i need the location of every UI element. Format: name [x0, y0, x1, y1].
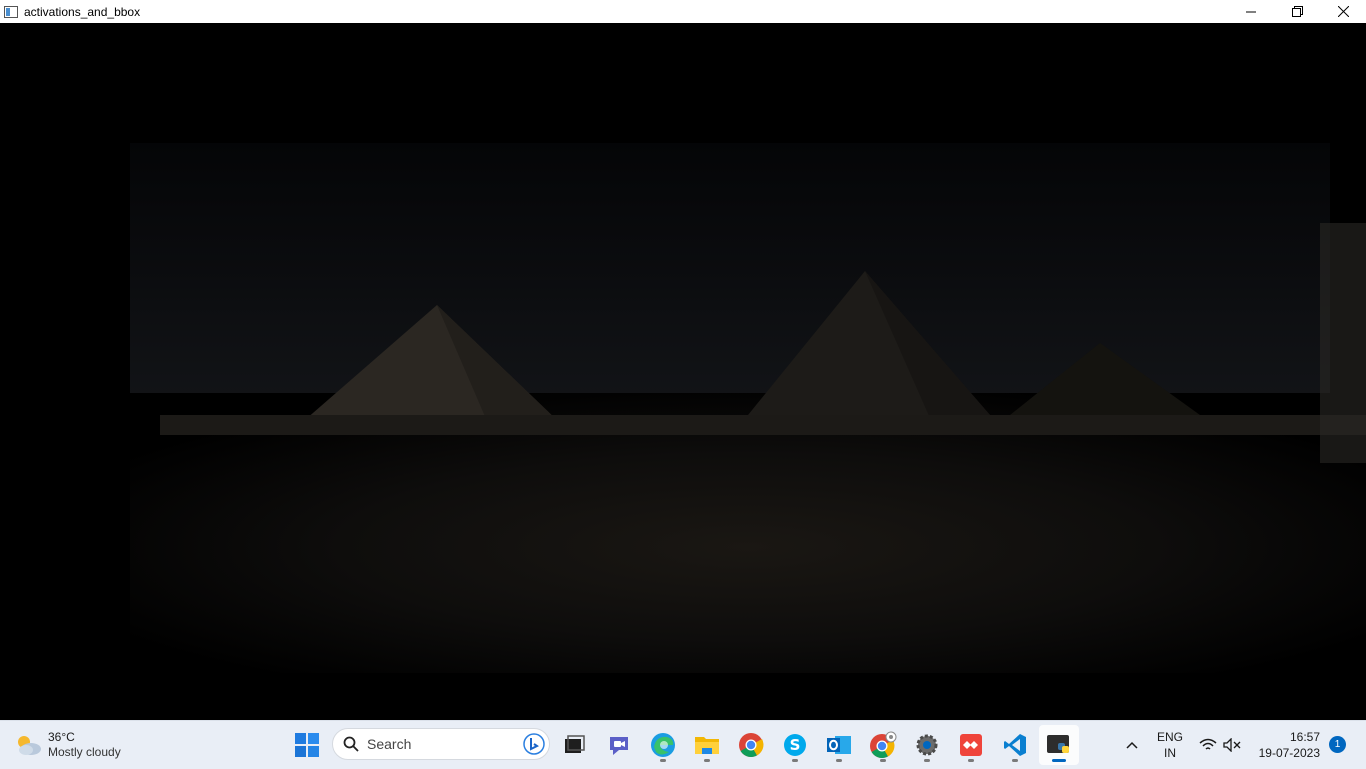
taskbar-file-explorer[interactable]	[687, 725, 727, 765]
notification-badge[interactable]: 1	[1329, 736, 1346, 753]
clock[interactable]: 16:57 19-07-2023	[1250, 721, 1320, 769]
running-indicator	[968, 759, 974, 762]
window-title: activations_and_bbox	[24, 4, 141, 19]
gear-icon	[916, 734, 938, 756]
app-window-icon	[4, 5, 18, 18]
weather-widget[interactable]: 36°C Mostly cloudy	[14, 727, 164, 763]
taskbar-anydesk[interactable]	[951, 725, 991, 765]
search-icon	[343, 736, 359, 752]
app-window: activations_and_bbox	[0, 0, 1366, 720]
taskbar-chrome-profile[interactable]	[863, 725, 903, 765]
python-icon	[1047, 735, 1069, 753]
taskbar: 36°C Mostly cloudy Search S ENG IN 16:57…	[0, 720, 1366, 769]
bing-icon[interactable]	[523, 733, 545, 755]
image-canvas	[0, 23, 1366, 720]
taskbar-skype[interactable]: S	[775, 725, 815, 765]
taskbar-settings[interactable]	[907, 725, 947, 765]
running-indicator	[660, 759, 666, 762]
skype-icon: S	[784, 734, 806, 756]
running-indicator	[704, 759, 710, 762]
windows-start-icon	[295, 733, 319, 757]
show-hidden-icons-button[interactable]	[1120, 721, 1144, 769]
network-button[interactable]	[1196, 721, 1220, 769]
language-code: ENG	[1156, 730, 1183, 744]
teams-chat-icon	[610, 737, 628, 755]
task-view-button[interactable]	[554, 725, 594, 765]
chrome-icon	[739, 733, 764, 758]
close-icon	[1337, 6, 1349, 17]
folder-icon	[695, 737, 719, 754]
running-indicator	[924, 759, 930, 762]
outlook-icon	[827, 736, 851, 754]
chevron-up-icon	[1126, 741, 1138, 749]
chrome-icon	[870, 731, 897, 759]
partly-cloudy-icon	[18, 736, 41, 755]
taskbar-vscode[interactable]	[995, 725, 1035, 765]
restore-button[interactable]	[1274, 0, 1320, 23]
language-indicator[interactable]: ENG IN	[1152, 721, 1188, 769]
edge-icon	[651, 733, 675, 757]
clock-date: 19-07-2023	[1258, 746, 1320, 760]
minimize-button[interactable]	[1228, 0, 1274, 23]
taskbar-chrome[interactable]	[731, 725, 771, 765]
volume-muted-icon	[1223, 738, 1241, 752]
running-indicator	[880, 759, 886, 762]
anydesk-icon	[960, 734, 982, 756]
weather-temperature: 36°C	[48, 730, 75, 744]
active-indicator	[1052, 759, 1066, 762]
search-placeholder: Search	[367, 736, 412, 752]
running-indicator	[836, 759, 842, 762]
running-indicator	[792, 759, 798, 762]
volume-button[interactable]	[1220, 721, 1244, 769]
taskbar-edge[interactable]	[643, 725, 683, 765]
task-view-icon	[565, 735, 585, 753]
language-region: IN	[1163, 746, 1176, 760]
clock-time: 16:57	[1289, 730, 1320, 744]
running-indicator	[1012, 759, 1018, 762]
search-box[interactable]: Search	[332, 728, 550, 760]
taskbar-outlook[interactable]	[819, 725, 859, 765]
weather-condition: Mostly cloudy	[48, 745, 121, 759]
taskbar-python-window[interactable]	[1039, 725, 1079, 765]
vscode-icon	[1004, 734, 1026, 756]
activation-image	[0, 23, 1366, 720]
title-bar[interactable]: activations_and_bbox	[0, 0, 1366, 24]
close-button[interactable]	[1320, 0, 1366, 23]
chat-button[interactable]	[599, 725, 639, 765]
wifi-icon	[1199, 738, 1217, 750]
restore-icon	[1291, 6, 1303, 17]
start-button[interactable]	[287, 725, 327, 765]
minimize-icon	[1246, 11, 1256, 12]
svg-text:S: S	[790, 736, 801, 754]
